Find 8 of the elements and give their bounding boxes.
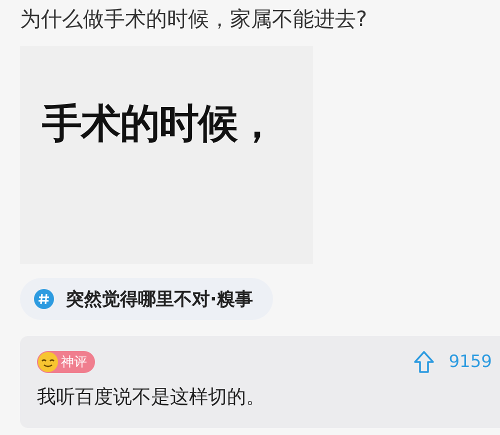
top-comment-badge: 神评 xyxy=(37,351,95,373)
topic-tag[interactable]: 突然觉得哪里不对·糗事 xyxy=(20,278,273,320)
upvote-count: 9159 xyxy=(448,352,492,372)
question-title: 为什么做手术的时候，家属不能进去? xyxy=(20,6,368,33)
comment-text: 我听百度说不是这样切的。 xyxy=(37,385,266,410)
hashtag-icon xyxy=(34,289,54,309)
image-text: 手术的时候， xyxy=(42,100,276,148)
upvote-icon[interactable] xyxy=(412,350,435,374)
